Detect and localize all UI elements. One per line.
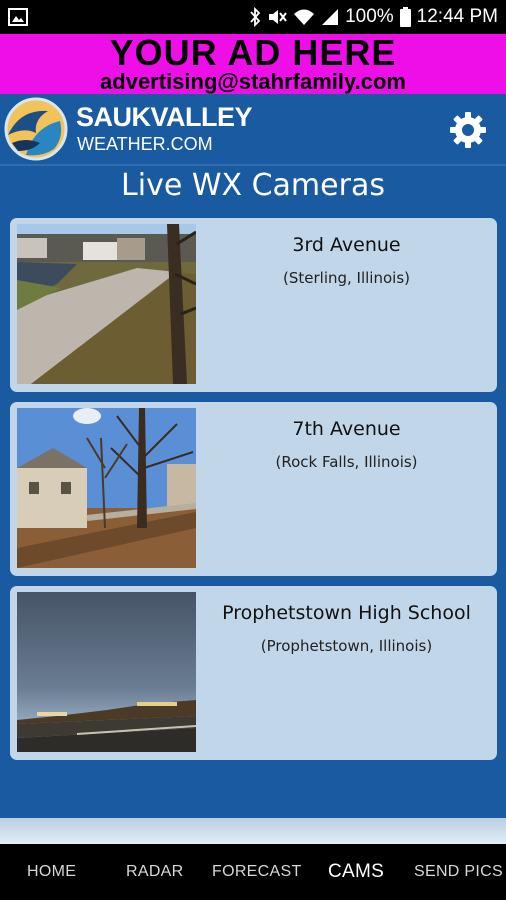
camera-card-3[interactable]: Prophetstown High School (Prophetstown, … [10,586,497,760]
image-notification-icon [8,8,28,26]
mute-icon [269,10,287,24]
nav-cams[interactable]: CAMS [328,844,384,900]
camera-location: (Sterling, Illinois) [283,269,410,287]
camera-name: 3rd Avenue [292,234,401,256]
status-bar: 100% 12:44 PM [0,0,506,34]
ad-banner[interactable]: YOUR AD HERE advertising@stahrfamily.com [0,34,506,94]
page-title: Live WX Cameras [121,168,385,203]
clock: 12:44 PM [416,6,498,27]
camera-thumbnail [17,592,196,752]
camera-thumbnail [17,224,196,384]
bluetooth-icon [250,7,261,27]
nav-forecast[interactable]: FORECAST [212,844,302,900]
scroll-edge [0,818,506,844]
battery-icon [399,7,411,27]
nav-home[interactable]: HOME [27,844,76,900]
camera-location: (Rock Falls, Illinois) [275,453,418,471]
cell-signal-icon [322,9,339,25]
battery-percent: 100% [345,6,394,27]
camera-location: (Prophetstown, Illinois) [260,637,433,655]
camera-card-1[interactable]: 3rd Avenue (Sterling, Illinois) [10,218,497,392]
wifi-icon [294,9,315,25]
brand-domain: WEATHER.COM [77,134,213,154]
ad-title: YOUR AD HERE [109,32,397,73]
saukvalley-logo-icon [4,97,68,161]
nav-send-pics[interactable]: SEND PICS [414,844,503,900]
nav-radar[interactable]: RADAR [126,844,184,900]
camera-thumbnail [17,408,196,568]
gear-icon[interactable] [448,110,488,150]
app-header: SAUKVALLEY WEATHER.COM [0,94,506,164]
ad-email: advertising@stahrfamily.com [100,69,406,94]
camera-card-2[interactable]: 7th Avenue (Rock Falls, Illinois) [10,402,497,576]
brand-name: SAUKVALLEY [76,102,253,132]
camera-name: Prophetstown High School [222,602,471,624]
bottom-nav: HOME RADAR FORECAST CAMS SEND PICS [0,844,506,900]
camera-name: 7th Avenue [292,418,401,440]
